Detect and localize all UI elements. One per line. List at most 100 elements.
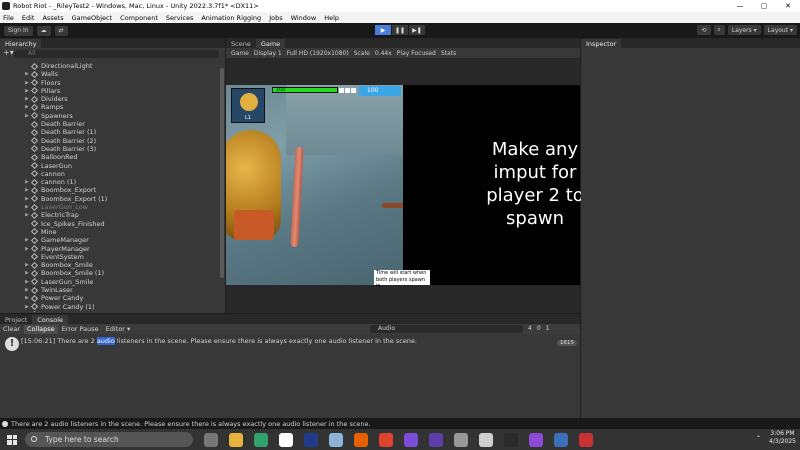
warning-count[interactable]: 0	[537, 325, 541, 332]
hierarchy-item[interactable]: DirectionalLight	[0, 62, 219, 70]
hierarchy-item[interactable]: cannon	[0, 170, 219, 178]
tab-inspector[interactable]: Inspector	[581, 39, 622, 48]
expand-arrow-icon[interactable]: ▶	[25, 79, 29, 87]
app-l-icon[interactable]	[304, 432, 318, 447]
history-icon[interactable]: ⟲	[697, 25, 711, 35]
search-icon[interactable]: ⌕	[713, 25, 725, 35]
app-red-icon[interactable]	[579, 432, 593, 447]
unity-editor-icon[interactable]	[479, 432, 493, 447]
hierarchy-item[interactable]: ▶ Boombox_Smile (1)	[0, 269, 219, 277]
tab-scene[interactable]: Scene	[226, 39, 256, 48]
stats-button[interactable]: Stats	[441, 50, 456, 57]
sign-in-button[interactable]: Sign In	[4, 25, 33, 36]
expand-arrow-icon[interactable]: ▶	[25, 311, 29, 313]
hierarchy-scrollbar[interactable]	[220, 68, 224, 278]
tab-hierarchy[interactable]: Hierarchy	[0, 39, 42, 48]
hierarchy-item[interactable]: Ice_Spikes_Finished	[0, 220, 219, 228]
hierarchy-item[interactable]: ▶ GameManager	[0, 236, 219, 244]
tab-game[interactable]: Game	[255, 39, 286, 48]
tab-project[interactable]: Project	[0, 315, 32, 324]
menu-jobs[interactable]: Jobs	[269, 14, 282, 22]
hierarchy-item[interactable]: ▶ Spawners	[0, 112, 219, 120]
hierarchy-item[interactable]: ▶ TwinLaser	[0, 286, 219, 294]
expand-arrow-icon[interactable]: ▶	[25, 70, 29, 78]
task-view-icon[interactable]	[204, 432, 218, 447]
error-pause-button[interactable]: Error Pause	[59, 325, 102, 334]
expand-arrow-icon[interactable]: ▶	[25, 95, 29, 103]
menu-services[interactable]: Services	[166, 14, 193, 22]
hierarchy-search-input[interactable]: All	[14, 50, 219, 58]
hierarchy-item[interactable]: Death Barrier (3)	[0, 145, 219, 153]
expand-arrow-icon[interactable]: ▶	[25, 186, 29, 194]
close-button[interactable]: ✕	[776, 2, 800, 10]
expand-arrow-icon[interactable]: ▶	[25, 294, 29, 302]
github-icon[interactable]	[429, 432, 443, 447]
menu-animation-rigging[interactable]: Animation Rigging	[201, 14, 261, 22]
store-icon[interactable]	[279, 432, 293, 447]
chrome-icon[interactable]	[379, 432, 393, 447]
clock[interactable]: 3:06 PM 4/3/2025	[769, 430, 796, 446]
expand-arrow-icon[interactable]: ▶	[25, 278, 29, 286]
expand-arrow-icon[interactable]: ▶	[25, 261, 29, 269]
app-dark-icon[interactable]	[504, 432, 518, 447]
expand-arrow-icon[interactable]: ▶	[25, 203, 29, 211]
menu-help[interactable]: Help	[324, 14, 339, 22]
firefox-icon[interactable]	[354, 432, 368, 447]
hierarchy-item[interactable]: ▶ Power Candy (1)	[0, 303, 219, 311]
cloud-icon[interactable]: ☁	[36, 25, 51, 36]
display-dropdown[interactable]: Display 1	[254, 50, 282, 57]
expand-arrow-icon[interactable]: ▶	[25, 236, 29, 244]
menu-assets[interactable]: Assets	[42, 14, 63, 22]
expand-arrow-icon[interactable]: ▶	[25, 211, 29, 219]
scale-value[interactable]: 0.44x	[375, 50, 392, 57]
collab-icon[interactable]: ⇄	[54, 25, 68, 36]
menu-gameobject[interactable]: GameObject	[72, 14, 113, 22]
game-viewport[interactable]: 100 100 L1 Time will start when both pla…	[226, 85, 584, 289]
hierarchy-item[interactable]: ▶ Power Candy	[0, 294, 219, 302]
hierarchy-item[interactable]: LaserGun	[0, 162, 219, 170]
play-button[interactable]: ▶	[375, 25, 391, 35]
unity-hub-icon[interactable]	[454, 432, 468, 447]
hierarchy-item[interactable]: ▶ Boombox_Smile	[0, 261, 219, 269]
expand-arrow-icon[interactable]: ▶	[25, 286, 29, 294]
hierarchy-item[interactable]: ▶ Boombox_Export (1)	[0, 195, 219, 203]
expand-arrow-icon[interactable]: ▶	[25, 103, 29, 111]
hierarchy-item[interactable]: Death Barrier (2)	[0, 137, 219, 145]
hierarchy-item[interactable]: Death Barrier	[0, 120, 219, 128]
clear-button[interactable]: Clear	[0, 325, 23, 334]
expand-arrow-icon[interactable]: ▶	[25, 269, 29, 277]
edge-icon[interactable]	[254, 432, 268, 447]
game-mode-dropdown[interactable]: Game	[231, 50, 249, 57]
collapse-button[interactable]: Collapse	[24, 324, 58, 334]
expand-arrow-icon[interactable]: ▶	[25, 178, 29, 186]
expand-arrow-icon[interactable]: ▶	[25, 195, 29, 203]
expand-arrow-icon[interactable]: ▶	[25, 112, 29, 120]
play-focused-dropdown[interactable]: Play Focused	[397, 50, 436, 57]
hierarchy-item[interactable]: ▶ Ramps	[0, 103, 219, 111]
console-search-input[interactable]: Audio	[370, 325, 523, 333]
menu-component[interactable]: Component	[120, 14, 158, 22]
chevron-up-icon[interactable]: ⌃	[756, 435, 761, 442]
hierarchy-item[interactable]: Mine	[0, 228, 219, 236]
error-count[interactable]: 1	[546, 325, 550, 332]
hierarchy-item[interactable]: ▶ Walls	[0, 70, 219, 78]
layers-dropdown[interactable]: Layers ▾	[727, 25, 761, 35]
hierarchy-item[interactable]: EventSystem	[0, 253, 219, 261]
hierarchy-item[interactable]: ▶ Boombox_Export	[0, 186, 219, 194]
expand-arrow-icon[interactable]: ▶	[25, 303, 29, 311]
menu-file[interactable]: File	[3, 14, 14, 22]
step-button[interactable]: ▶❚	[409, 25, 425, 35]
hierarchy-item[interactable]: ▶ LaserGun_Smile	[0, 278, 219, 286]
hierarchy-item[interactable]: ▶ Pillars	[0, 87, 219, 95]
resolution-dropdown[interactable]: Full HD (1920x1080)	[287, 50, 349, 57]
hierarchy-item[interactable]: ▶ Floors	[0, 79, 219, 87]
settings-icon[interactable]	[554, 432, 568, 447]
hierarchy-item[interactable]: ▶ cannon (1)	[0, 178, 219, 186]
taskbar-search-input[interactable]: Type here to search	[25, 432, 193, 447]
visual-studio-icon[interactable]	[529, 432, 543, 447]
add-icon[interactable]: +▾	[3, 48, 14, 57]
info-count[interactable]: 4	[528, 325, 532, 332]
tab-console[interactable]: Console	[32, 315, 69, 324]
status-message[interactable]: There are 2 audio listeners in the scene…	[11, 420, 371, 428]
minimize-button[interactable]: —	[728, 2, 752, 10]
